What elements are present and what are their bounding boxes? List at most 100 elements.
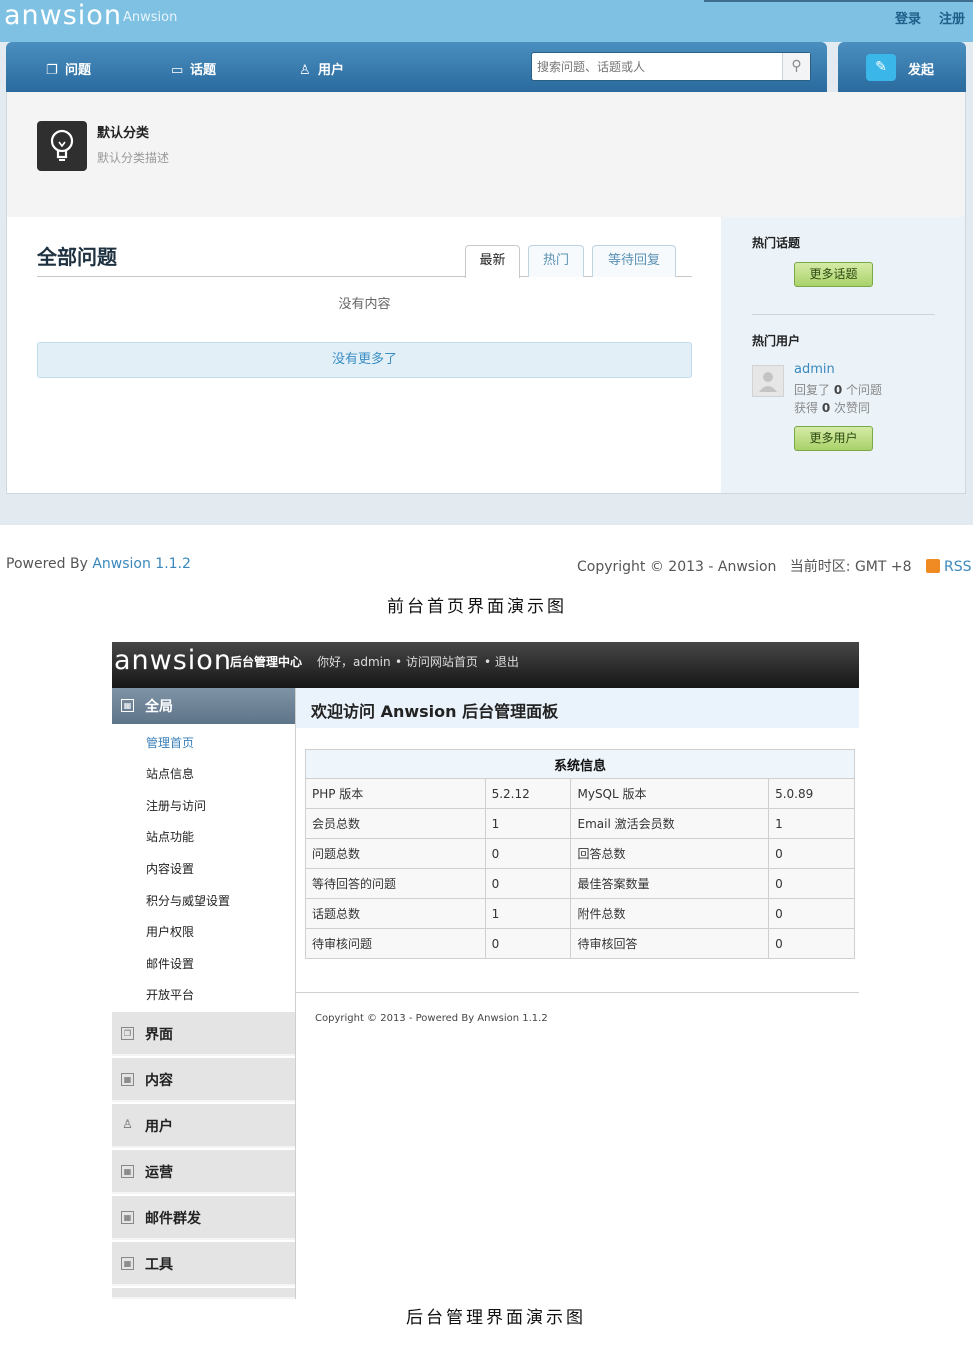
rss-icon xyxy=(925,559,940,573)
stat-suffix: 个问题 xyxy=(846,383,883,397)
nav-questions[interactable]: ❐ 问题 xyxy=(46,59,91,78)
anwsion-version-link[interactable]: Anwsion 1.1.2 xyxy=(92,556,191,572)
grid-icon: ▦ xyxy=(121,1073,134,1086)
empty-message: 没有内容 xyxy=(338,297,391,312)
tab-latest[interactable]: 最新 xyxy=(465,245,520,278)
cell-value: 0 xyxy=(768,838,855,869)
menu-item-points[interactable]: 积分与威望设置 xyxy=(146,892,230,909)
table-title: 系统信息 xyxy=(305,749,855,779)
menu-group-operations[interactable]: ▦ 运营 xyxy=(112,1150,295,1194)
search-input[interactable] xyxy=(532,53,782,80)
footer-powered: Powered By Anwsion 1.1.2 xyxy=(6,556,191,572)
menu-item-site-info[interactable]: 站点信息 xyxy=(146,765,194,782)
user-icon: ♙ xyxy=(122,1117,133,1131)
tools-icon: ▦ xyxy=(121,1257,134,1270)
admin-welcome-title: 欢迎访问 Anwsion 后台管理面板 xyxy=(296,688,859,728)
publish-button[interactable]: ✎ 发起 xyxy=(838,42,966,92)
admin-panel-screenshot: anwsion 后台管理中心 你好，admin • 访问网站首页 • 退出 ▦ … xyxy=(112,642,859,1299)
stat-prefix: 回复了 xyxy=(794,383,831,397)
admin-copyright: Copyright © 2013 - Powered By Anwsion 1.… xyxy=(315,1013,548,1024)
timezone-text: 当前时区: GMT +8 xyxy=(789,559,912,575)
cell-value: 0 xyxy=(484,868,572,899)
tab-hot[interactable]: 热门 xyxy=(528,245,584,277)
table-row: PHP 版本 5.2.12 MySQL 版本 5.0.89 xyxy=(305,778,855,809)
nav-label: 话题 xyxy=(190,63,217,78)
cell-label: 待审核回答 xyxy=(570,928,770,959)
powered-prefix: Powered By xyxy=(6,556,88,572)
cell-value: 1 xyxy=(484,898,572,929)
search-box: ⚲ xyxy=(531,52,811,81)
grid-icon: ▦ xyxy=(121,1165,134,1178)
site-name: Anwsion xyxy=(123,10,178,25)
menu-group-label: 界面 xyxy=(145,1027,173,1043)
user-name-link[interactable]: admin xyxy=(794,362,835,377)
page-title: 全部问题 xyxy=(37,245,117,269)
menu-group-users[interactable]: ♙ 用户 xyxy=(112,1104,295,1148)
stat-prefix: 获得 xyxy=(794,401,819,415)
more-users-button[interactable]: 更多用户 xyxy=(794,426,873,451)
nav-label: 问题 xyxy=(65,63,92,78)
menu-item-site-features[interactable]: 站点功能 xyxy=(146,828,194,845)
admin-logo[interactable]: anwsion xyxy=(114,645,232,676)
more-topics-button[interactable]: 更多话题 xyxy=(794,262,873,287)
right-sidebar: 热门话题 更多话题 热门用户 admin 回复了 0 个问题 获得 0 次赞同 … xyxy=(721,217,966,494)
admin-footer-divider xyxy=(296,992,859,993)
front-caption: 前台首页界面演示图 xyxy=(387,597,567,617)
answer-count: 0 xyxy=(833,383,843,397)
logout-link[interactable]: • 退出 xyxy=(484,653,519,670)
front-site-screenshot: anwsion Anwsion 登录 注册 ❐ 问题 ▭ 话题 ♙ 用户 ⚲ ✎ 发起 xyxy=(0,0,973,525)
category-description: 默认分类描述 xyxy=(97,151,170,165)
cell-label: 回答总数 xyxy=(570,838,770,869)
cell-value: 0 xyxy=(768,928,855,959)
menu-item-open-platform[interactable]: 开放平台 xyxy=(146,986,194,1003)
menu-group-global[interactable]: ▦ 全局 xyxy=(112,688,295,724)
table-row: 会员总数 1 Email 激活会员数 1 xyxy=(305,808,855,839)
admin-greeting: 你好，admin xyxy=(317,655,391,669)
search-icon: ⚲ xyxy=(791,58,802,74)
nav-users[interactable]: ♙ 用户 xyxy=(299,59,344,78)
pages-icon: ❐ xyxy=(121,1027,134,1040)
menu-group-interface[interactable]: ❐ 界面 xyxy=(112,1012,295,1056)
site-logo[interactable]: anwsion xyxy=(4,0,122,31)
hot-users-title: 热门用户 xyxy=(752,334,801,348)
menu-group-mass-mail[interactable]: ▦ 邮件群发 xyxy=(112,1196,295,1240)
footer-copyright: Copyright © 2013 - Anwsion 当前时区: GMT +8 … xyxy=(577,556,973,576)
menu-item-content-settings[interactable]: 内容设置 xyxy=(146,860,194,877)
avatar[interactable] xyxy=(752,365,784,397)
stat-suffix: 次赞同 xyxy=(834,401,871,415)
search-button[interactable]: ⚲ xyxy=(782,53,810,80)
question-list-panel: 全部问题 最新 热门 等待回复 没有内容 没有更多了 xyxy=(6,217,721,494)
admin-header: anwsion 后台管理中心 你好，admin • 访问网站首页 • 退出 xyxy=(112,642,859,688)
cell-value: 5.0.89 xyxy=(768,778,855,809)
cell-label: 问题总数 xyxy=(305,838,486,869)
cell-label: 等待回答的问题 xyxy=(305,868,486,899)
table-row: 问题总数 0 回答总数 0 xyxy=(305,838,855,869)
menu-item-registration[interactable]: 注册与访问 xyxy=(146,797,206,814)
cell-value: 0 xyxy=(484,928,572,959)
visit-site-link[interactable]: • 访问网站首页 xyxy=(395,653,478,670)
no-more-button[interactable]: 没有更多了 xyxy=(37,342,692,378)
nav-topics[interactable]: ▭ 话题 xyxy=(171,59,216,78)
table-row: 等待回答的问题 0 最佳答案数量 0 xyxy=(305,868,855,899)
publish-label: 发起 xyxy=(908,63,935,78)
cell-value: 0 xyxy=(484,838,572,869)
hot-topics-title: 热门话题 xyxy=(752,236,801,250)
rss-feed-link[interactable]: RSS Feed xyxy=(944,559,973,575)
register-link[interactable]: 注册 xyxy=(939,8,965,27)
menu-group-tools[interactable]: ▦ 工具 xyxy=(112,1242,295,1286)
menu-item-dashboard[interactable]: 管理首页 xyxy=(146,734,194,751)
user-agree-stat: 获得 0 次赞同 xyxy=(794,399,870,416)
cell-value: 0 xyxy=(768,898,855,929)
tab-waiting-reply[interactable]: 等待回复 xyxy=(592,245,676,277)
settings-icon: ▦ xyxy=(121,699,134,712)
menu-item-permissions[interactable]: 用户权限 xyxy=(146,923,194,940)
cell-label: 待审核问题 xyxy=(305,928,486,959)
login-link[interactable]: 登录 xyxy=(895,8,921,27)
table-row: 话题总数 1 附件总数 0 xyxy=(305,898,855,929)
cell-label: PHP 版本 xyxy=(305,778,486,809)
grid-icon: ▦ xyxy=(121,1211,134,1224)
menu-item-mail-settings[interactable]: 邮件设置 xyxy=(146,955,194,972)
menu-group-content[interactable]: ▦ 内容 xyxy=(112,1058,295,1102)
agree-count: 0 xyxy=(821,401,831,415)
menu-group-label: 内容 xyxy=(145,1073,173,1089)
